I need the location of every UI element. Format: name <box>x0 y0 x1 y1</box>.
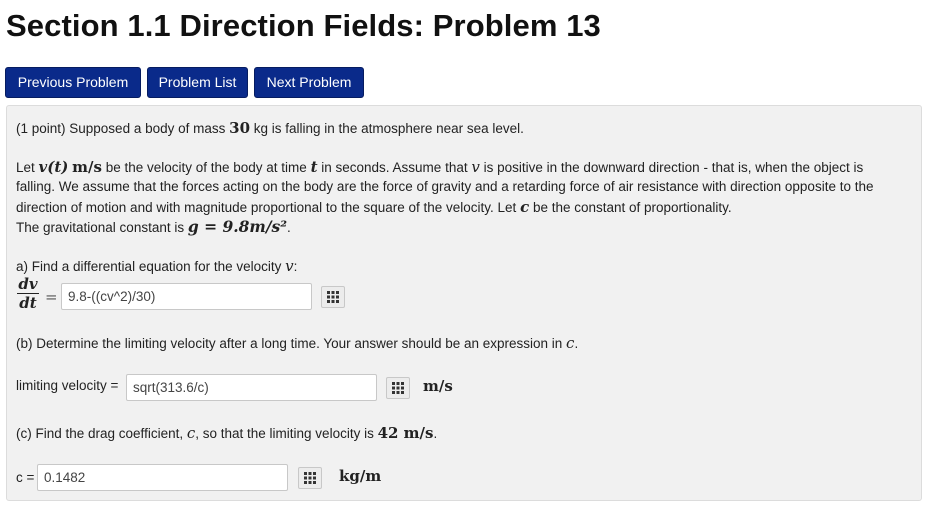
dv-dt-fraction: dv dt <box>17 275 39 312</box>
part-b-label: (b) Determine the limiting velocity afte… <box>16 334 579 352</box>
next-problem-button[interactable]: Next Problem <box>254 67 364 98</box>
part-a-equation-editor-button[interactable] <box>321 286 345 308</box>
equals-sign: = <box>45 288 58 306</box>
part-b-unit: m/s <box>423 377 453 395</box>
part-b-equation-editor-button[interactable] <box>386 377 410 399</box>
problem-list-button[interactable]: Problem List <box>147 67 248 98</box>
limiting-velocity-label: limiting velocity = <box>16 378 119 393</box>
part-a-answer-input[interactable]: 9.8-((cv^2)/30) <box>61 283 312 310</box>
part-b-answer-input[interactable]: sqrt(313.6/c) <box>126 374 377 401</box>
part-c-answer-input[interactable]: 0.1482 <box>37 464 288 491</box>
paragraph-line-3: direction of motion and with magnitude p… <box>16 198 732 216</box>
grid-icon <box>304 472 316 484</box>
paragraph-line-1: Let v(t) m/s be the velocity of the body… <box>16 158 864 176</box>
part-c-equation-editor-button[interactable] <box>298 467 322 489</box>
intro-text: (1 point) Supposed a body of mass 30 kg … <box>16 119 524 137</box>
part-c-unit: kg/m <box>339 467 382 485</box>
gravity-line: The gravitational constant is g = 9.8m/s… <box>16 217 291 236</box>
grid-icon <box>327 291 339 303</box>
page-title: Section 1.1 Direction Fields: Problem 13 <box>6 8 601 43</box>
previous-problem-button[interactable]: Previous Problem <box>5 67 141 98</box>
problem-panel: (1 point) Supposed a body of mass 30 kg … <box>6 105 922 501</box>
grid-icon <box>392 382 404 394</box>
paragraph-line-2: falling. We assume that the forces actin… <box>16 179 874 194</box>
part-c-label: (c) Find the drag coefficient, c, so tha… <box>16 424 438 442</box>
drag-coefficient-label: c = <box>16 470 35 485</box>
part-a-label: a) Find a differential equation for the … <box>16 257 298 275</box>
